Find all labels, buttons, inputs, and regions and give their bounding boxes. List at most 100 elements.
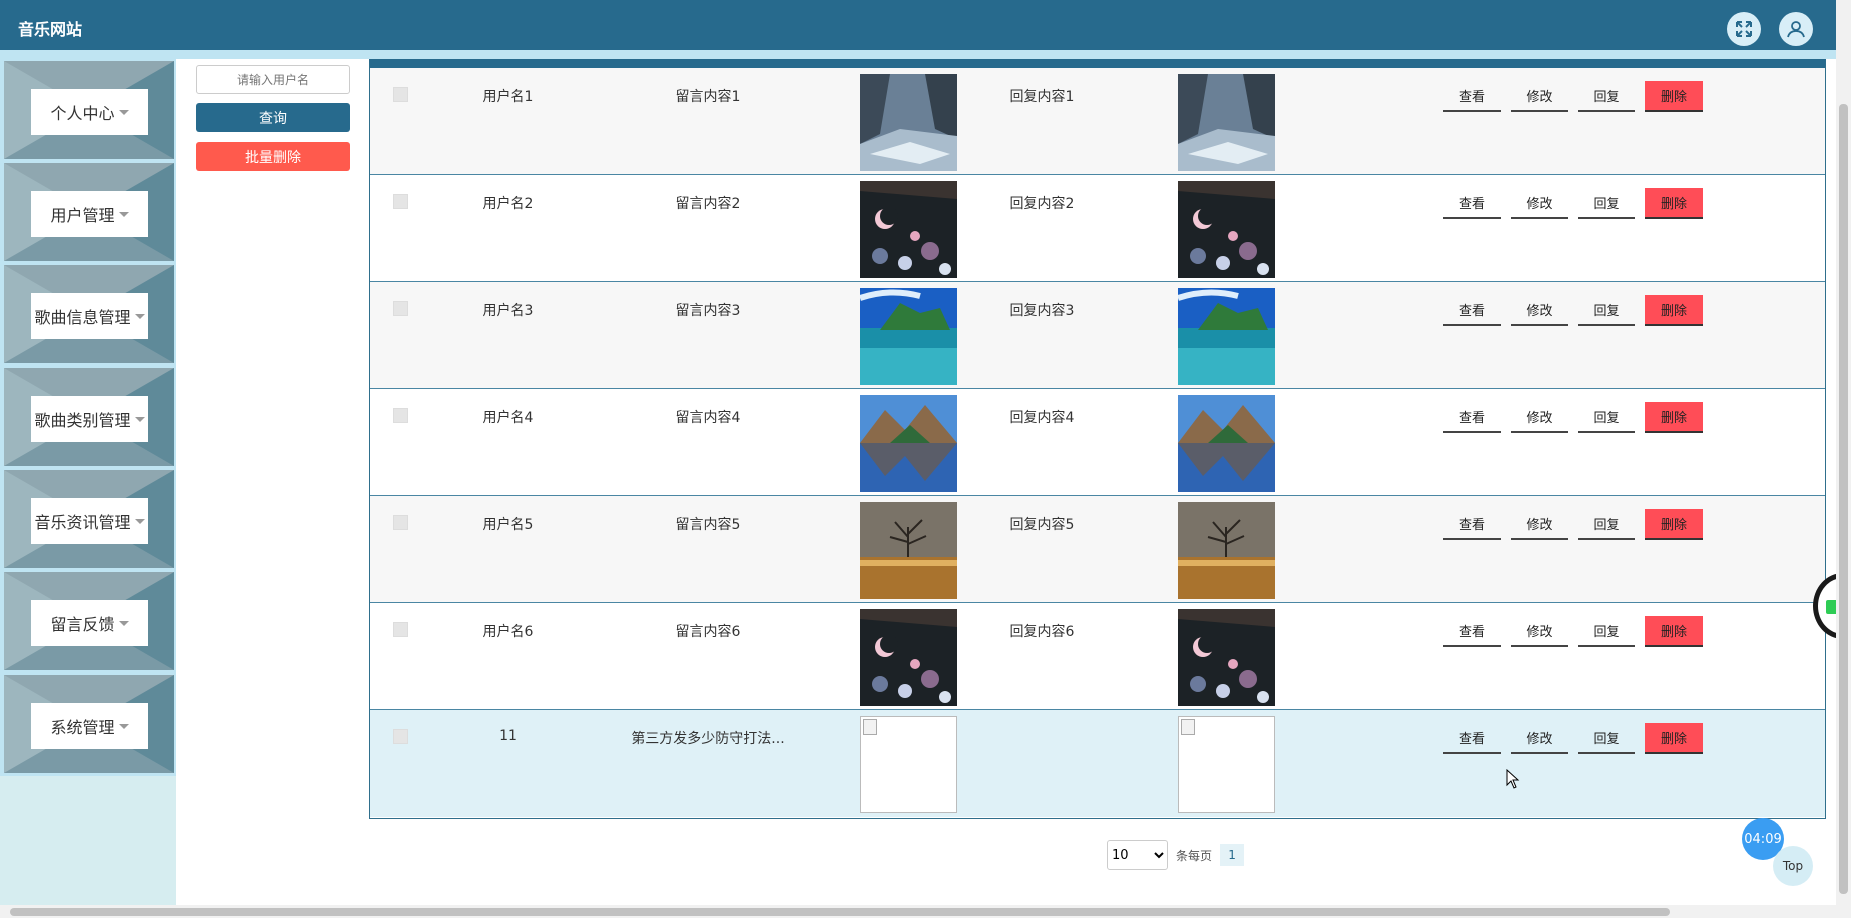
- view-button[interactable]: 查看: [1443, 81, 1501, 112]
- sidebar-item-button[interactable]: 音乐资讯管理: [31, 498, 148, 544]
- row-checkbox[interactable]: [393, 729, 408, 744]
- reply-cell: 回复内容5: [1009, 517, 1075, 533]
- batch-delete-button[interactable]: 批量删除: [196, 142, 350, 171]
- delete-button[interactable]: 删除: [1645, 723, 1703, 754]
- username-cell: 用户名2: [482, 196, 534, 212]
- mouse-cursor-icon: [1506, 768, 1520, 793]
- message-cell: 留言内容6: [675, 624, 741, 640]
- pagination: 10 条每页 1: [1107, 840, 1245, 870]
- username-cell: 用户名5: [482, 517, 534, 533]
- app-title: 音乐网站: [18, 20, 83, 39]
- row-checkbox[interactable]: [393, 622, 408, 637]
- broken-image-icon: [863, 719, 877, 735]
- table-row: 11 第三方发多少防守打法... 查看 修改 回复 删除: [370, 710, 1825, 817]
- message-image: [860, 716, 957, 813]
- table-row: 用户名5 留言内容5 回复内容5 查看 修改 回复 删除: [370, 496, 1825, 603]
- reply-image: [1178, 395, 1275, 492]
- username-cell: 用户名1: [482, 89, 534, 105]
- row-checkbox[interactable]: [393, 194, 408, 209]
- sidebar-item-personal-center[interactable]: 个人中心: [4, 61, 174, 159]
- table-row: 用户名4 留言内容4 回复内容4 查看 修改 回复 删除: [370, 389, 1825, 496]
- row-checkbox[interactable]: [393, 408, 408, 423]
- sidebar-item-button[interactable]: 用户管理: [31, 191, 148, 237]
- view-button[interactable]: 查看: [1443, 402, 1501, 433]
- query-button[interactable]: 查询: [196, 103, 350, 132]
- sidebar-item-label: 歌曲类别管理: [34, 411, 131, 430]
- edit-button[interactable]: 修改: [1511, 402, 1568, 433]
- message-cell: 留言内容2: [675, 196, 741, 212]
- sidebar-item-system[interactable]: 系统管理: [4, 675, 174, 773]
- delete-button[interactable]: 删除: [1645, 509, 1703, 540]
- view-button[interactable]: 查看: [1443, 616, 1501, 647]
- message-cell: 留言内容3: [675, 303, 741, 319]
- caret-down-icon: [118, 620, 129, 626]
- caret-down-icon: [134, 416, 145, 422]
- sidebar-item-label: 个人中心: [50, 104, 115, 123]
- message-cell: 第三方发多少防守打法...: [631, 731, 785, 747]
- sidebar-item-button[interactable]: 歌曲类别管理: [31, 396, 148, 442]
- edit-button[interactable]: 修改: [1511, 295, 1568, 326]
- table-row: 用户名2 留言内容2 回复内容2 查看 修改 回复 删除: [370, 175, 1825, 282]
- message-cell: 留言内容4: [675, 410, 741, 426]
- message-cell: 留言内容5: [675, 517, 741, 533]
- edit-button[interactable]: 修改: [1511, 81, 1568, 112]
- reply-button[interactable]: 回复: [1578, 723, 1635, 754]
- reply-button[interactable]: 回复: [1578, 402, 1635, 433]
- username-search-input[interactable]: [196, 65, 350, 94]
- delete-button[interactable]: 删除: [1645, 402, 1703, 433]
- view-button[interactable]: 查看: [1443, 509, 1501, 540]
- delete-button[interactable]: 删除: [1645, 295, 1703, 326]
- reply-button[interactable]: 回复: [1578, 188, 1635, 219]
- scrollbar-thumb[interactable]: [10, 908, 1670, 916]
- per-page-label: 条每页: [1176, 848, 1213, 863]
- page-number-button[interactable]: 1: [1220, 844, 1245, 866]
- view-button[interactable]: 查看: [1443, 295, 1501, 326]
- row-checkbox[interactable]: [393, 87, 408, 102]
- reply-button[interactable]: 回复: [1578, 295, 1635, 326]
- edit-button[interactable]: 修改: [1511, 723, 1568, 754]
- sidebar-item-feedback[interactable]: 留言反馈: [4, 572, 174, 670]
- caret-down-icon: [118, 109, 129, 115]
- reply-button[interactable]: 回复: [1578, 81, 1635, 112]
- reply-image: [1178, 716, 1275, 813]
- sidebar-item-user-management[interactable]: 用户管理: [4, 163, 174, 261]
- top-bar: 音乐网站: [0, 0, 1851, 50]
- view-button[interactable]: 查看: [1443, 723, 1501, 754]
- sidebar-item-button[interactable]: 系统管理: [31, 703, 148, 749]
- back-to-top-button[interactable]: Top: [1773, 846, 1813, 886]
- fullscreen-icon[interactable]: [1727, 12, 1761, 46]
- row-checkbox[interactable]: [393, 515, 408, 530]
- edit-button[interactable]: 修改: [1511, 188, 1568, 219]
- user-icon[interactable]: [1779, 12, 1813, 46]
- delete-button[interactable]: 删除: [1645, 616, 1703, 647]
- reply-button[interactable]: 回复: [1578, 616, 1635, 647]
- sidebar-item-button[interactable]: 个人中心: [31, 89, 148, 135]
- row-checkbox[interactable]: [393, 301, 408, 316]
- reply-button[interactable]: 回复: [1578, 509, 1635, 540]
- page-size-select[interactable]: 10: [1107, 840, 1168, 870]
- view-button[interactable]: 查看: [1443, 188, 1501, 219]
- reply-image: [1178, 502, 1275, 599]
- username-cell: 11: [499, 728, 517, 744]
- sidebar-item-song-info[interactable]: 歌曲信息管理: [4, 265, 174, 363]
- sidebar-item-button[interactable]: 留言反馈: [31, 600, 148, 646]
- sidebar-item-song-category[interactable]: 歌曲类别管理: [4, 368, 174, 466]
- reply-cell: 回复内容4: [1009, 410, 1075, 426]
- edit-button[interactable]: 修改: [1511, 616, 1568, 647]
- edit-button[interactable]: 修改: [1511, 509, 1568, 540]
- reply-image: [1178, 181, 1275, 278]
- caret-down-icon: [134, 313, 145, 319]
- reply-image: [1178, 288, 1275, 385]
- scrollbar-thumb[interactable]: [1839, 104, 1848, 894]
- reply-image: [1178, 74, 1275, 171]
- broken-image-icon: [1181, 719, 1195, 735]
- sidebar-item-button[interactable]: 歌曲信息管理: [31, 293, 148, 339]
- table-row: 用户名3 留言内容3 回复内容3 查看 修改 回复 删除: [370, 282, 1825, 389]
- vertical-scrollbar[interactable]: [1836, 0, 1851, 905]
- horizontal-scrollbar[interactable]: [0, 905, 1851, 918]
- delete-button[interactable]: 删除: [1645, 188, 1703, 219]
- sidebar-item-label: 系统管理: [50, 718, 115, 737]
- delete-button[interactable]: 删除: [1645, 81, 1703, 112]
- sidebar-item-music-news[interactable]: 音乐资讯管理: [4, 470, 174, 568]
- sidebar-item-label: 歌曲信息管理: [34, 308, 131, 327]
